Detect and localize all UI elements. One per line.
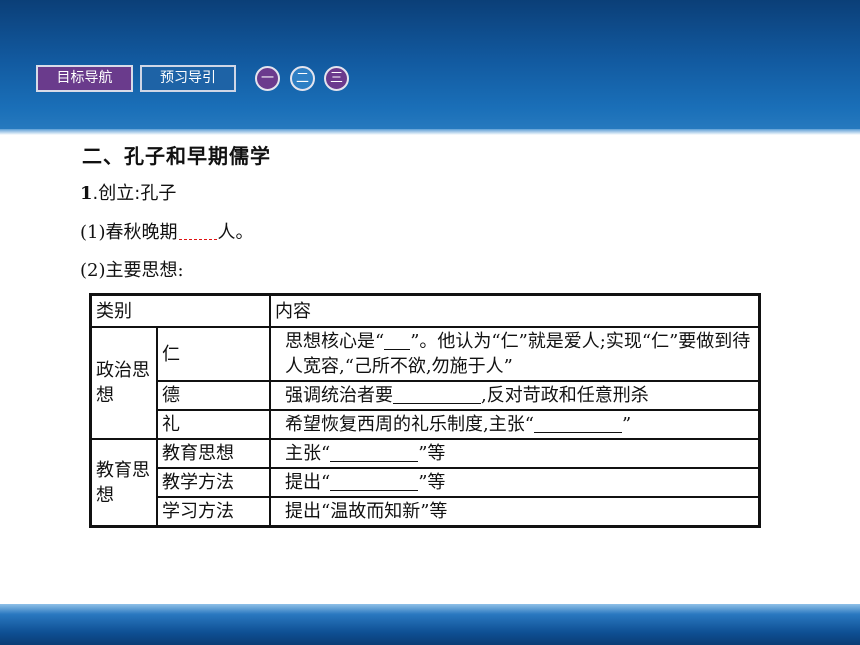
- li-text-a: 希望恢复西周的礼乐制度,主张“: [285, 414, 534, 435]
- de-blank[interactable]: [393, 385, 481, 404]
- header-category: 类别: [89, 293, 271, 328]
- teach-method-blank[interactable]: [330, 472, 419, 491]
- item-1-1: (1)春秋晚期 人。: [80, 218, 254, 244]
- item-1: 1.创立:孔子: [80, 179, 176, 205]
- politics-label: 政治思想: [89, 326, 158, 440]
- ren-label: 仁: [156, 326, 271, 382]
- table-row: 政治思想 仁 思想核心是“ ”。他认为“仁”就是爱人;实现“仁”要做到待人宽容,“…: [89, 326, 761, 440]
- nav-preview-button[interactable]: 预习导引: [140, 65, 236, 92]
- item-1-number: 1: [80, 183, 93, 204]
- section-2-button[interactable]: 二: [290, 66, 315, 91]
- section-heading: 二、孔子和早期儒学: [82, 144, 271, 168]
- table-row: 德 强调统治者要 ,反对苛政和任意刑杀: [91, 380, 761, 411]
- de-content: 强调统治者要 ,反对苛政和任意刑杀: [269, 380, 761, 411]
- study-method-label: 学习方法: [156, 496, 271, 528]
- study-method-content: 提出“温故而知新”等: [269, 496, 761, 528]
- teach-method-label: 教学方法: [156, 467, 271, 498]
- item-1-1-before: (1)春秋晚期: [80, 222, 178, 243]
- footer-band: [0, 604, 860, 645]
- item-1-1-after: 人。: [217, 222, 254, 243]
- thought-table: 类别 内容 政治思想 仁 思想核心是“ ”。他认为“仁”就是爱人;实现“仁”要做到…: [89, 293, 761, 528]
- ren-blank[interactable]: [384, 331, 411, 350]
- section-3-button[interactable]: 三: [324, 66, 349, 91]
- teach-method-text-b: ”等: [418, 472, 446, 493]
- edu-label: 教育思想: [89, 438, 158, 528]
- ren-text-a: 思想核心是“: [285, 331, 385, 352]
- li-text-b: ”: [621, 414, 632, 435]
- table-row: 学习方法 提出“温故而知新”等: [91, 496, 761, 528]
- item-1-text: .创立:孔子: [92, 183, 177, 204]
- li-label: 礼: [156, 409, 271, 440]
- ren-content: 思想核心是“ ”。他认为“仁”就是爱人;实现“仁”要做到待人宽容,“己所不欲,勿施…: [269, 326, 761, 382]
- edu-thought-text-a: 主张“: [285, 443, 331, 464]
- teach-method-text-a: 提出“: [285, 472, 331, 493]
- table-row: 教学方法 提出“ ”等: [91, 467, 761, 498]
- de-label: 德: [156, 380, 271, 411]
- nav-goal-button[interactable]: 目标导航: [36, 65, 133, 92]
- header-content: 内容: [269, 293, 761, 328]
- li-content: 希望恢复西周的礼乐制度,主张“ ”: [269, 409, 761, 440]
- li-blank[interactable]: [533, 414, 622, 433]
- fill-blank[interactable]: [178, 238, 217, 240]
- item-1-2: (2)主要思想:: [80, 260, 184, 281]
- section-1-button[interactable]: 一: [255, 66, 280, 91]
- edu-thought-label: 教育思想: [156, 438, 271, 469]
- de-text-b: ,反对苛政和任意刑杀: [481, 385, 649, 406]
- table-header-row: 类别 内容: [89, 293, 761, 328]
- edu-thought-content: 主张“ ”等: [269, 438, 761, 469]
- de-text-a: 强调统治者要: [285, 385, 393, 406]
- teach-method-content: 提出“ ”等: [269, 467, 761, 498]
- table-row: 教育思想 教育思想 主张“ ”等: [89, 438, 761, 528]
- edu-thought-text-b: ”等: [418, 443, 446, 464]
- edu-thought-blank[interactable]: [330, 443, 419, 462]
- table-row: 礼 希望恢复西周的礼乐制度,主张“ ”: [91, 409, 761, 440]
